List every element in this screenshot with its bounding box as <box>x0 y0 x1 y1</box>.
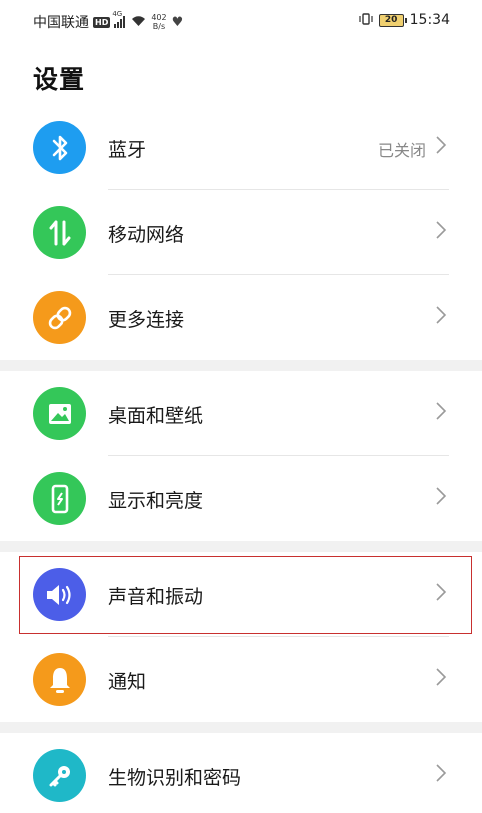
settings-item-label: 蓝牙 <box>108 139 147 161</box>
link-icon <box>33 291 86 344</box>
chevron-right-icon <box>436 764 447 782</box>
settings-item-label: 通知 <box>108 671 147 693</box>
wifi-icon <box>131 15 146 29</box>
section-gap <box>0 360 482 371</box>
bluetooth-status: 已关闭 <box>377 141 426 160</box>
battery-icon: 20 <box>378 13 407 27</box>
settings-item-wallpaper[interactable]: 桌面和壁纸 <box>0 371 482 456</box>
bell-icon <box>33 653 86 706</box>
settings-item-label: 桌面和壁纸 <box>108 405 204 427</box>
bluetooth-icon <box>33 121 86 174</box>
settings-item-notifications[interactable]: 通知 <box>0 637 482 722</box>
section-gap <box>0 541 482 552</box>
signal-icon: 4G <box>112 10 126 28</box>
highlight-box <box>19 556 472 634</box>
settings-item-biometrics[interactable]: 生物识别和密码 <box>0 733 482 813</box>
chevron-right-icon <box>436 668 447 686</box>
status-right: 20 15:34 <box>359 12 450 28</box>
vibrate-icon <box>359 12 373 28</box>
heart-icon: ♥ <box>171 14 184 30</box>
wallpaper-icon <box>33 387 86 440</box>
section-gap <box>0 722 482 733</box>
clock: 15:34 <box>409 12 450 28</box>
settings-item-label: 更多连接 <box>108 309 185 331</box>
speed-unit: B/s <box>152 22 166 31</box>
status-bar: 中国联通 HD 4G 402 B/s ♥ 20 15:34 <box>0 0 482 42</box>
network-speed: 402 B/s <box>151 13 166 31</box>
chevron-right-icon <box>436 402 447 420</box>
chevron-right-icon <box>436 221 447 239</box>
speed-value: 402 <box>151 13 167 22</box>
chevron-right-icon <box>436 487 447 505</box>
network-type: 4G <box>112 10 123 18</box>
settings-item-label: 移动网络 <box>108 224 185 246</box>
mobile-data-icon <box>33 206 86 259</box>
chevron-right-icon <box>436 306 447 324</box>
settings-item-bluetooth[interactable]: 蓝牙 已关闭 <box>0 105 482 190</box>
display-icon <box>33 472 86 525</box>
carrier-name: 中国联通 <box>33 15 89 31</box>
settings-item-display[interactable]: 显示和亮度 <box>0 456 482 541</box>
status-left: 中国联通 HD 4G 402 B/s ♥ <box>33 10 184 32</box>
hd-badge: HD <box>93 16 111 28</box>
settings-item-label: 生物识别和密码 <box>108 767 242 789</box>
settings-item-label: 显示和亮度 <box>108 490 204 512</box>
settings-item-more-connections[interactable]: 更多连接 <box>0 275 482 360</box>
key-icon <box>33 749 86 802</box>
page-title: 设置 <box>33 65 86 94</box>
settings-item-mobile-network[interactable]: 移动网络 <box>0 190 482 275</box>
chevron-right-icon <box>436 136 447 154</box>
